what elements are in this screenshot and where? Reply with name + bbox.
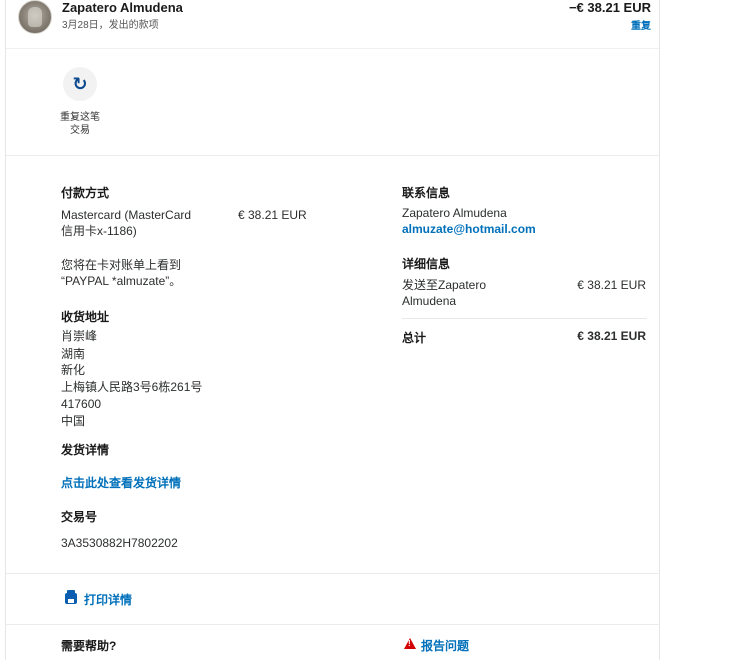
- refresh-icon: ↻: [72, 73, 88, 94]
- details-item-amount: € 38.21 EUR: [577, 278, 646, 292]
- transaction-amount: −€ 38.21 EUR: [568, 0, 651, 15]
- statement-note: 您将在卡对账单上看到 “PAYPAL *almuzate”。: [61, 258, 182, 288]
- details-item-label: 发送至Zapatero Almudena: [402, 278, 487, 308]
- repeat-transaction-button[interactable]: ↻: [63, 67, 97, 101]
- shipping-line: 肖崇峰: [61, 329, 98, 343]
- shipping-line: 417600: [61, 397, 102, 411]
- warning-icon: [404, 638, 416, 649]
- help-row: 需要帮助? 报告问题: [6, 624, 659, 665]
- shipping-details-title: 发货详情: [61, 443, 110, 457]
- shipping-line: 湖南: [61, 347, 86, 361]
- contact-email-link[interactable]: almuzate@hotmail.com: [402, 222, 536, 236]
- print-row: 打印详情: [6, 573, 659, 624]
- need-help-title: 需要帮助?: [61, 639, 117, 653]
- payment-method-title: 付款方式: [61, 186, 110, 200]
- payment-amount: € 38.21 EUR: [238, 208, 307, 222]
- payment-method: Mastercard (MasterCard信用卡x-1186): [61, 208, 192, 238]
- transaction-id-title: 交易号: [61, 510, 98, 524]
- transaction-header: Zapatero Almudena 3月28日，发出的款项 −€ 38.21 E…: [6, 0, 659, 49]
- details-title: 详细信息: [402, 257, 451, 271]
- payee-name: Zapatero Almudena: [62, 0, 183, 15]
- shipping-details-link[interactable]: 点击此处查看发货详情: [61, 474, 181, 491]
- details-divider: [402, 318, 647, 319]
- transaction-id: 3A3530882H7802202: [61, 536, 178, 550]
- print-details-link[interactable]: 打印详情: [84, 591, 132, 608]
- repeat-transaction-label[interactable]: 重复这笔交易: [56, 111, 104, 137]
- shipping-address-title: 收货地址: [61, 310, 110, 324]
- contact-info-title: 联系信息: [402, 186, 451, 200]
- printer-icon[interactable]: [65, 590, 77, 604]
- contact-name: Zapatero Almudena: [402, 206, 507, 220]
- report-problem-link[interactable]: 报告问题: [421, 637, 469, 654]
- total-amount: € 38.21 EUR: [577, 329, 646, 343]
- shipping-line: 上梅镇人民路3号6栋261号: [61, 380, 203, 394]
- shipping-line: 中国: [61, 414, 86, 428]
- total-label: 总计: [402, 331, 427, 345]
- transaction-details-card: Zapatero Almudena 3月28日，发出的款项 −€ 38.21 E…: [5, 0, 660, 660]
- repeat-link[interactable]: 重复: [631, 17, 651, 32]
- transaction-subtitle: 3月28日，发出的款项: [62, 20, 159, 31]
- shipping-line: 新化: [61, 363, 86, 377]
- quick-actions: ↻ 重复这笔交易: [6, 49, 659, 156]
- avatar: [18, 0, 52, 34]
